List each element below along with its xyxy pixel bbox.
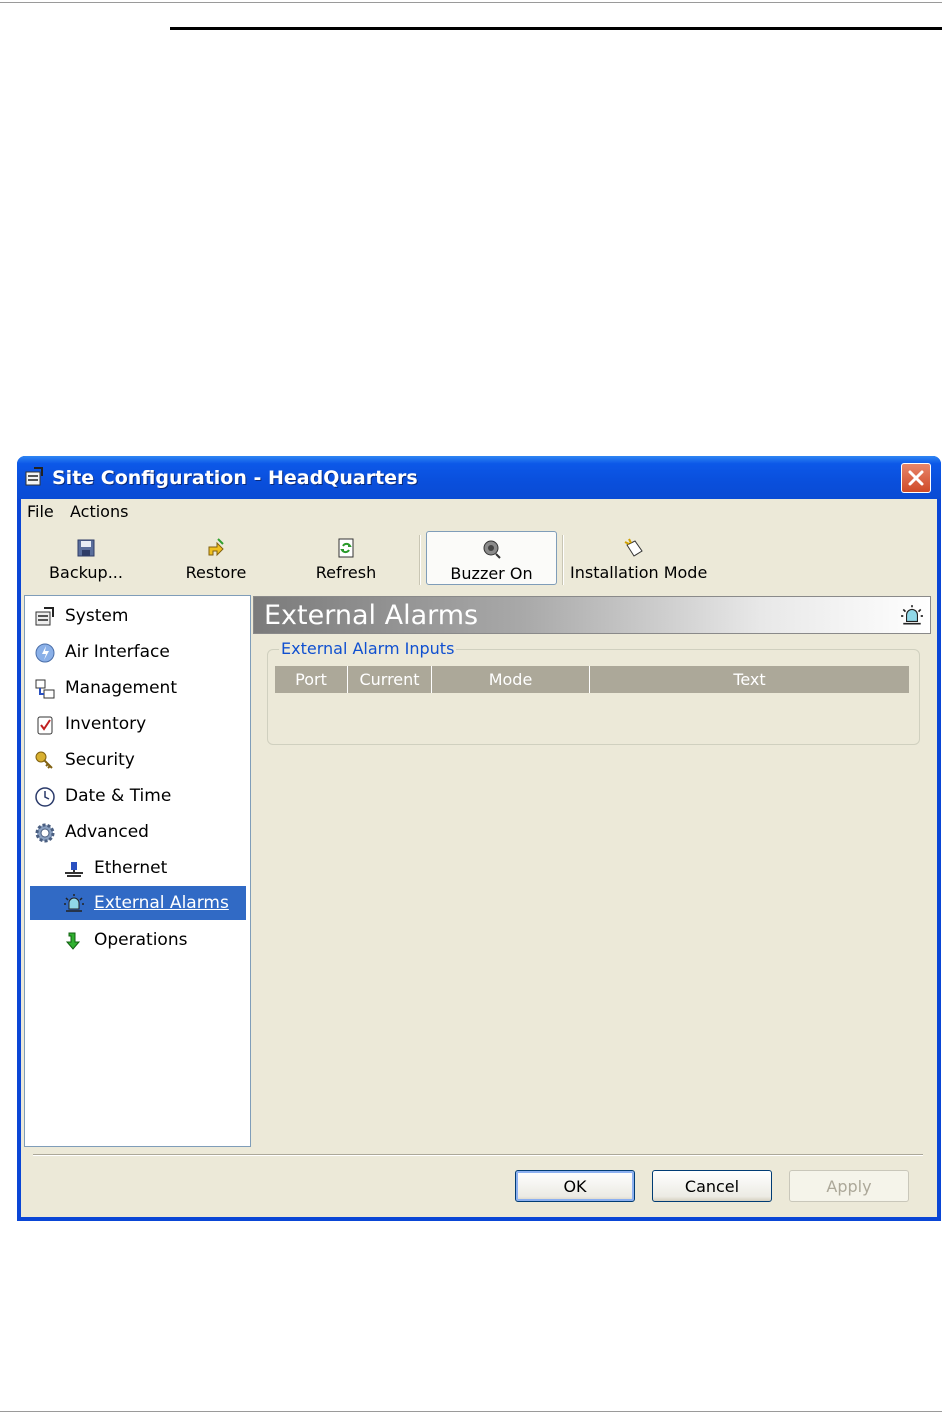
column-header-port[interactable]: Port [275, 666, 348, 693]
backup-button[interactable]: Backup... [43, 531, 129, 585]
nav-label: Security [65, 750, 135, 770]
group-title: External Alarm Inputs [279, 639, 457, 658]
gear-icon [35, 823, 55, 843]
ok-button[interactable]: OK [515, 1170, 635, 1202]
save-disk-icon [77, 539, 95, 557]
column-header-text[interactable]: Text [590, 666, 909, 693]
window-app-icon [25, 467, 43, 486]
nav-item-air-interface[interactable]: Air Interface [25, 635, 250, 669]
page-bottom-rule [0, 1411, 942, 1412]
title-bar[interactable]: Site Configuration - HeadQuarters [17, 456, 941, 499]
navigation-tree: System Air Interface Management Inventor… [24, 595, 251, 1147]
restore-label: Restore [185, 563, 247, 582]
alarm-icon [64, 894, 84, 912]
refresh-button[interactable]: Refresh [306, 531, 386, 585]
menu-bar: File Actions [21, 499, 937, 525]
column-header-current[interactable]: Current [348, 666, 432, 693]
site-configuration-window: Site Configuration - HeadQuarters File A… [17, 456, 941, 1221]
alarm-inputs-table-header: Port Current Mode Text [275, 666, 909, 693]
nav-label: Ethernet [94, 858, 168, 878]
menu-file[interactable]: File [27, 502, 54, 521]
nav-item-management[interactable]: Management [25, 671, 250, 705]
cancel-button[interactable]: Cancel [652, 1170, 772, 1202]
air-interface-icon [35, 643, 55, 663]
refresh-label: Refresh [315, 563, 377, 582]
nav-label: Date & Time [65, 786, 172, 806]
nav-label: System [65, 606, 129, 626]
backup-label: Backup... [49, 563, 123, 582]
dialog-divider [33, 1154, 923, 1156]
nav-label: Management [65, 678, 177, 698]
buzzer-toggle-button[interactable]: Buzzer On [426, 531, 557, 585]
nav-label: Advanced [65, 822, 149, 842]
buzzer-icon [483, 540, 501, 559]
nav-item-ethernet[interactable]: Ethernet [25, 851, 250, 885]
nav-label: Operations [94, 930, 188, 950]
system-icon [35, 607, 54, 626]
nav-item-system[interactable]: System [25, 599, 250, 633]
nav-label: Air Interface [65, 642, 170, 662]
apply-button[interactable]: Apply [789, 1170, 909, 1202]
restore-icon [208, 538, 224, 557]
nav-item-external-alarms[interactable]: External Alarms [30, 886, 246, 920]
close-icon [908, 470, 924, 486]
window-client-area: File Actions Backup... Restore Refresh B… [21, 499, 937, 1217]
page-title: External Alarms [264, 600, 479, 631]
window-title: Site Configuration - HeadQuarters [52, 467, 418, 489]
column-header-mode[interactable]: Mode [432, 666, 590, 693]
inventory-icon [37, 716, 53, 735]
arrow-down-icon [65, 932, 81, 950]
page-top-rule [0, 2, 942, 3]
nav-label: External Alarms [94, 893, 229, 913]
close-button[interactable] [901, 463, 931, 493]
clock-icon [35, 787, 55, 807]
nav-item-security[interactable]: Security [25, 743, 250, 777]
toolbar-separator [419, 535, 421, 585]
management-icon [35, 679, 55, 699]
installation-mode-label: Installation Mode [570, 563, 708, 582]
content-header: External Alarms [253, 596, 931, 634]
security-icon [35, 751, 53, 769]
installation-mode-button[interactable]: Installation Mode [570, 531, 708, 585]
alarm-icon [901, 605, 923, 625]
page-header-rule [170, 27, 942, 30]
menu-actions[interactable]: Actions [70, 502, 128, 521]
nav-item-inventory[interactable]: Inventory [25, 707, 250, 741]
nav-item-operations[interactable]: Operations [25, 923, 250, 957]
nav-item-advanced[interactable]: Advanced [25, 815, 250, 849]
toolbar: Backup... Restore Refresh Buzzer On Inst… [21, 529, 937, 589]
external-alarm-inputs-group [267, 649, 920, 745]
toolbar-separator [562, 535, 564, 585]
nav-item-date-time[interactable]: Date & Time [25, 779, 250, 813]
refresh-icon [338, 538, 354, 558]
installation-mode-icon [624, 538, 643, 557]
ethernet-icon [65, 862, 83, 877]
restore-button[interactable]: Restore [176, 531, 256, 585]
buzzer-label: Buzzer On [450, 564, 533, 583]
nav-label: Inventory [65, 714, 147, 734]
